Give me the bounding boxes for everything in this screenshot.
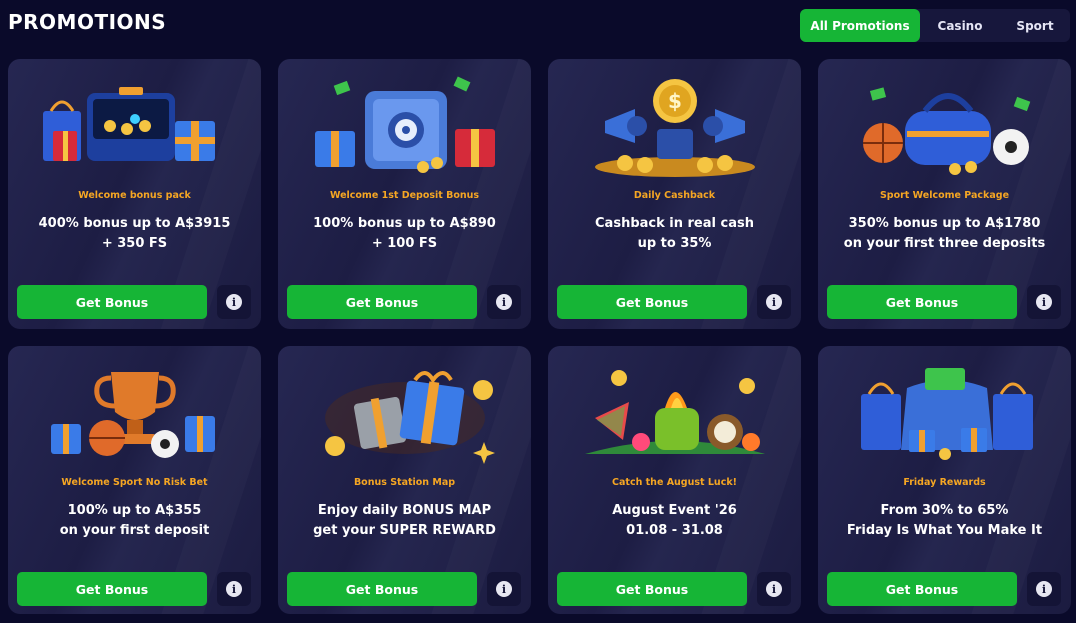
promo-headline-line1: 100% bonus up to A$890 (313, 216, 496, 231)
promo-headline-line2: on your first deposit (59, 523, 210, 538)
promo-headline: Cashback in real cash up to 35% (548, 214, 801, 254)
promo-headline: From 30% to 65% Friday Is What You Make … (818, 501, 1071, 541)
promo-card-august-event: Catch the August Luck! August Event '26 … (548, 346, 801, 614)
info-icon: i (496, 581, 512, 597)
info-button[interactable]: i (1027, 285, 1061, 319)
info-icon: i (766, 581, 782, 597)
promo-subtitle: Daily Cashback (633, 190, 716, 201)
promo-card-welcome-sport-no-risk-bet: Welcome Sport No Risk Bet 100% up to A$3… (8, 346, 261, 614)
promo-subtitle: Sport Welcome Package (879, 190, 1010, 201)
info-icon: i (496, 294, 512, 310)
info-icon: i (1036, 294, 1052, 310)
promo-headline-line1: 350% bonus up to A$1780 (848, 216, 1041, 231)
promo-headline-line2: Friday Is What You Make It (846, 523, 1043, 538)
info-icon: i (1036, 581, 1052, 597)
promo-subtitle: Bonus Station Map (353, 477, 456, 488)
get-bonus-button[interactable]: Get Bonus (17, 572, 207, 606)
info-button[interactable]: i (217, 285, 251, 319)
trophy-art (8, 354, 261, 472)
promo-headline: 100% up to A$355 on your first deposit (8, 501, 261, 541)
promotions-grid: Welcome bonus pack 400% bonus up to A$39… (0, 0, 1076, 623)
get-bonus-button[interactable]: Get Bonus (287, 285, 477, 319)
promo-card-bonus-station-map: Bonus Station Map Enjoy daily BONUS MAP … (278, 346, 531, 614)
promo-headline: 400% bonus up to A$3915 + 350 FS (8, 214, 261, 254)
promo-subtitle: Friday Rewards (903, 477, 986, 488)
info-button[interactable]: i (757, 285, 791, 319)
info-button[interactable]: i (217, 572, 251, 606)
get-bonus-button[interactable]: Get Bonus (557, 285, 747, 319)
get-bonus-button[interactable]: Get Bonus (287, 572, 477, 606)
safe-art (278, 67, 531, 185)
promo-subtitle: Catch the August Luck! (612, 477, 737, 488)
promo-card-sport-welcome-package: Sport Welcome Package 350% bonus up to A… (818, 59, 1071, 329)
promo-card-daily-cashback: $ Daily Cashback Cashback in real cash u… (548, 59, 801, 329)
promo-subtitle: Welcome Sport No Risk Bet (61, 477, 208, 488)
get-bonus-button[interactable]: Get Bonus (557, 572, 747, 606)
gift-boxes-art (278, 354, 531, 472)
gift-suitcase-art (8, 67, 261, 185)
shopping-bags-art (818, 354, 1071, 472)
info-button[interactable]: i (487, 285, 521, 319)
promo-headline-line2: + 100 FS (371, 236, 438, 251)
promo-headline: 350% bonus up to A$1780 on your first th… (818, 214, 1071, 254)
info-icon: i (226, 294, 242, 310)
info-button[interactable]: i (1027, 572, 1061, 606)
promo-headline: Enjoy daily BONUS MAP get your SUPER REW… (278, 501, 531, 541)
promo-headline-line2: + 350 FS (101, 236, 168, 251)
promo-headline-line2: on your first three deposits (843, 236, 1046, 251)
promo-card-welcome-first-deposit: Welcome 1st Deposit Bonus 100% bonus up … (278, 59, 531, 329)
get-bonus-button[interactable]: Get Bonus (17, 285, 207, 319)
promo-headline-line1: August Event '26 (612, 503, 737, 518)
promo-headline-line1: 400% bonus up to A$3915 (38, 216, 231, 231)
promo-headline: 100% bonus up to A$890 + 100 FS (278, 214, 531, 254)
promo-headline-line1: From 30% to 65% (880, 503, 1009, 518)
promo-headline-line1: Enjoy daily BONUS MAP (317, 503, 492, 518)
get-bonus-button[interactable]: Get Bonus (827, 572, 1017, 606)
promo-subtitle: Welcome bonus pack (78, 190, 191, 201)
promo-headline: August Event '26 01.08 - 31.08 (548, 501, 801, 541)
promo-headline-line2: 01.08 - 31.08 (626, 523, 723, 538)
promo-card-welcome-bonus-pack: Welcome bonus pack 400% bonus up to A$39… (8, 59, 261, 329)
info-button[interactable]: i (487, 572, 521, 606)
promo-card-friday-rewards: Friday Rewards From 30% to 65% Friday Is… (818, 346, 1071, 614)
promo-headline-line1: Cashback in real cash (595, 216, 754, 231)
info-icon: i (766, 294, 782, 310)
sport-bag-art (818, 67, 1071, 185)
promo-headline-line2: up to 35% (637, 236, 712, 251)
get-bonus-button[interactable]: Get Bonus (827, 285, 1017, 319)
promo-headline-line2: get your SUPER REWARD (313, 523, 496, 538)
promo-subtitle: Welcome 1st Deposit Bonus (329, 190, 480, 201)
info-button[interactable]: i (757, 572, 791, 606)
info-icon: i (226, 581, 242, 597)
svg-text:$: $ (668, 89, 682, 113)
tropical-cocktail-art (548, 354, 801, 472)
promo-headline-line1: 100% up to A$355 (67, 503, 202, 518)
megaphone-coins-art: $ (548, 67, 801, 185)
